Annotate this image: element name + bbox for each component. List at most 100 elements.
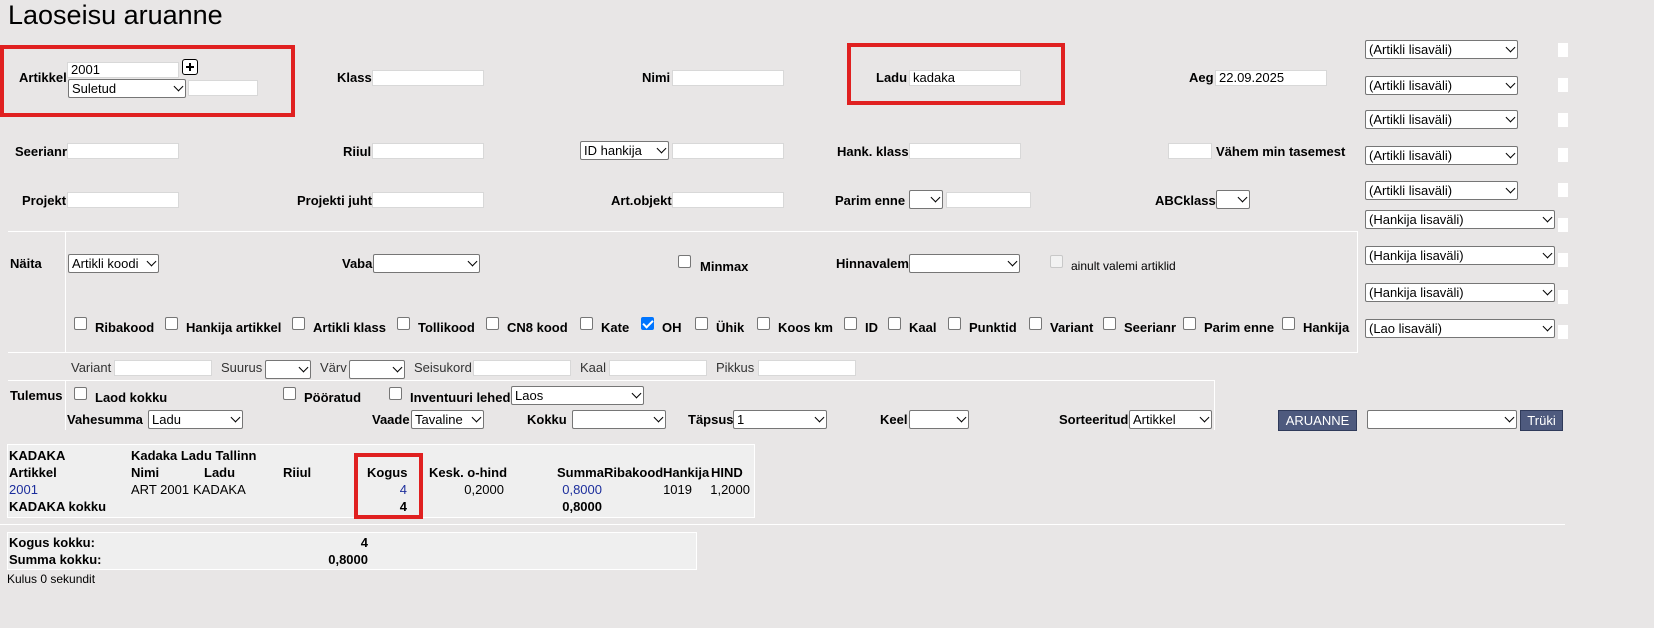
vaba-select[interactable] bbox=[373, 254, 480, 273]
chevron-down-icon bbox=[631, 388, 642, 399]
aruanne-button[interactable]: ARUANNE bbox=[1278, 410, 1357, 431]
seisukord-attr-input[interactable] bbox=[473, 360, 571, 376]
kate-checkbox[interactable] bbox=[580, 317, 593, 330]
parim-enne-cb-label: Parim enne bbox=[1204, 320, 1275, 335]
variant-checkbox[interactable] bbox=[1029, 317, 1042, 330]
pooratud-checkbox[interactable] bbox=[283, 387, 296, 400]
side-select-7[interactable]: (Hankija lisaväli) bbox=[1365, 246, 1555, 265]
kaal-attr-input[interactable] bbox=[609, 360, 707, 376]
vahem-min-input[interactable] bbox=[1168, 143, 1212, 159]
kokku-select[interactable] bbox=[572, 410, 666, 429]
koos-km-label: Koos km bbox=[778, 320, 833, 335]
inventuuri-checkbox[interactable] bbox=[389, 387, 402, 400]
side-select-8[interactable]: (Hankija lisaväli) bbox=[1365, 283, 1555, 302]
id-hankija-input[interactable] bbox=[672, 143, 784, 159]
col-header-artikkel: Artikkel bbox=[9, 465, 57, 480]
seerianr-checkbox[interactable] bbox=[1103, 317, 1116, 330]
suurus-select[interactable] bbox=[265, 360, 311, 379]
punktid-checkbox[interactable] bbox=[948, 317, 961, 330]
edge-input[interactable] bbox=[1558, 253, 1568, 267]
keel-label: Keel bbox=[880, 412, 908, 427]
vaade-select[interactable]: Tavaline bbox=[411, 410, 484, 429]
divider bbox=[8, 231, 1358, 232]
tollikood-checkbox[interactable] bbox=[397, 317, 410, 330]
vahesumma-select[interactable]: Ladu bbox=[148, 410, 243, 429]
edge-input[interactable] bbox=[1558, 218, 1568, 232]
vaba-label: Vaba bbox=[342, 256, 373, 271]
edge-input[interactable] bbox=[1558, 183, 1568, 197]
side-select-5[interactable]: (Artikli lisaväli) bbox=[1365, 181, 1518, 200]
laos-select[interactable]: Laos bbox=[511, 386, 644, 405]
parim-enne-select[interactable] bbox=[909, 190, 943, 209]
laod-kokku-checkbox[interactable] bbox=[74, 387, 87, 400]
col-header-hankija: Hankija bbox=[663, 465, 710, 480]
pikkus-attr-input[interactable] bbox=[758, 360, 856, 376]
chevron-down-icon bbox=[653, 412, 664, 423]
uhik-checkbox[interactable] bbox=[695, 317, 708, 330]
edge-input[interactable] bbox=[1558, 113, 1568, 127]
table-row-summa-link[interactable]: 0,8000 bbox=[530, 482, 602, 497]
klass-input[interactable] bbox=[372, 70, 484, 86]
side-select-6[interactable]: (Hankija lisaväli) bbox=[1365, 210, 1555, 229]
sorteeritud-select[interactable]: Artikkel bbox=[1129, 410, 1212, 429]
nimi-input[interactable] bbox=[672, 70, 784, 86]
abcklass-label: ABCklass bbox=[1155, 193, 1216, 208]
side-select-1[interactable]: (Artikli lisaväli) bbox=[1365, 40, 1518, 59]
edge-input[interactable] bbox=[1558, 148, 1568, 162]
projekti-juht-input[interactable] bbox=[372, 192, 484, 208]
seerianr-label: Seerianr bbox=[15, 144, 68, 159]
hankija-checkbox[interactable] bbox=[1282, 317, 1295, 330]
id-checkbox[interactable] bbox=[844, 317, 857, 330]
chevron-down-icon bbox=[1542, 248, 1553, 259]
hankija-artikkel-label: Hankija artikkel bbox=[186, 320, 282, 335]
ainult-checkbox[interactable] bbox=[1050, 255, 1063, 268]
oh-checkbox[interactable] bbox=[641, 317, 654, 330]
koos-km-checkbox[interactable] bbox=[757, 317, 770, 330]
edge-input[interactable] bbox=[1558, 290, 1568, 304]
keel-select[interactable] bbox=[909, 410, 969, 429]
truki-button[interactable]: Trüki bbox=[1520, 410, 1563, 431]
parim-enne-input[interactable] bbox=[946, 192, 1031, 208]
varv-select[interactable] bbox=[349, 360, 405, 379]
artikli-klass-checkbox[interactable] bbox=[292, 317, 305, 330]
ribakood-checkbox[interactable] bbox=[74, 317, 87, 330]
kaal-label: Kaal bbox=[909, 320, 937, 335]
side-select-4[interactable]: (Artikli lisaväli) bbox=[1365, 146, 1518, 165]
chevron-down-icon bbox=[298, 362, 309, 373]
table-row-artikkel-link[interactable]: 2001 bbox=[9, 482, 38, 497]
col-header-hind: HIND bbox=[711, 465, 743, 480]
id-hankija-select[interactable]: ID hankija bbox=[580, 141, 669, 160]
edge-input[interactable] bbox=[1558, 325, 1568, 339]
chevron-down-icon bbox=[1199, 412, 1210, 423]
hankija-artikkel-checkbox[interactable] bbox=[165, 317, 178, 330]
print-template-select[interactable] bbox=[1367, 410, 1517, 429]
cn8-kood-checkbox[interactable] bbox=[486, 317, 499, 330]
parim-enne-checkbox[interactable] bbox=[1183, 317, 1196, 330]
cn8-kood-label: CN8 kood bbox=[507, 320, 568, 335]
abcklass-select[interactable] bbox=[1216, 190, 1250, 209]
hinnavalem-select[interactable] bbox=[909, 254, 1020, 273]
art-objekt-label: Art.objekt bbox=[611, 193, 672, 208]
edge-input[interactable] bbox=[1558, 43, 1568, 57]
projekt-input[interactable] bbox=[67, 192, 179, 208]
kood-select[interactable]: Artikli koodi bbox=[68, 254, 159, 273]
tapsus-select[interactable]: 1 bbox=[733, 410, 827, 429]
col-header-ladu: Ladu bbox=[204, 465, 236, 480]
edge-input[interactable] bbox=[1558, 78, 1568, 92]
side-select-9[interactable]: (Lao lisaväli) bbox=[1365, 319, 1555, 338]
seerianr-input[interactable] bbox=[67, 143, 179, 159]
projekt-label: Projekt bbox=[22, 193, 67, 208]
pikkus-attr-label: Pikkus bbox=[716, 360, 755, 375]
side-select-2[interactable]: (Artikli lisaväli) bbox=[1365, 76, 1518, 95]
riiul-input[interactable] bbox=[372, 143, 484, 159]
hank-klass-input[interactable] bbox=[909, 143, 1021, 159]
art-objekt-input[interactable] bbox=[672, 192, 784, 208]
side-select-3[interactable]: (Artikli lisaväli) bbox=[1365, 110, 1518, 129]
highlight-ladu bbox=[847, 43, 1065, 105]
kaal-checkbox[interactable] bbox=[888, 317, 901, 330]
minmax-checkbox[interactable] bbox=[678, 255, 691, 268]
kate-label: Kate bbox=[601, 320, 630, 335]
variant-attr-input[interactable] bbox=[114, 360, 212, 376]
aeg-input[interactable]: 22.09.2025 bbox=[1215, 70, 1327, 86]
chevron-down-icon bbox=[1505, 78, 1516, 89]
